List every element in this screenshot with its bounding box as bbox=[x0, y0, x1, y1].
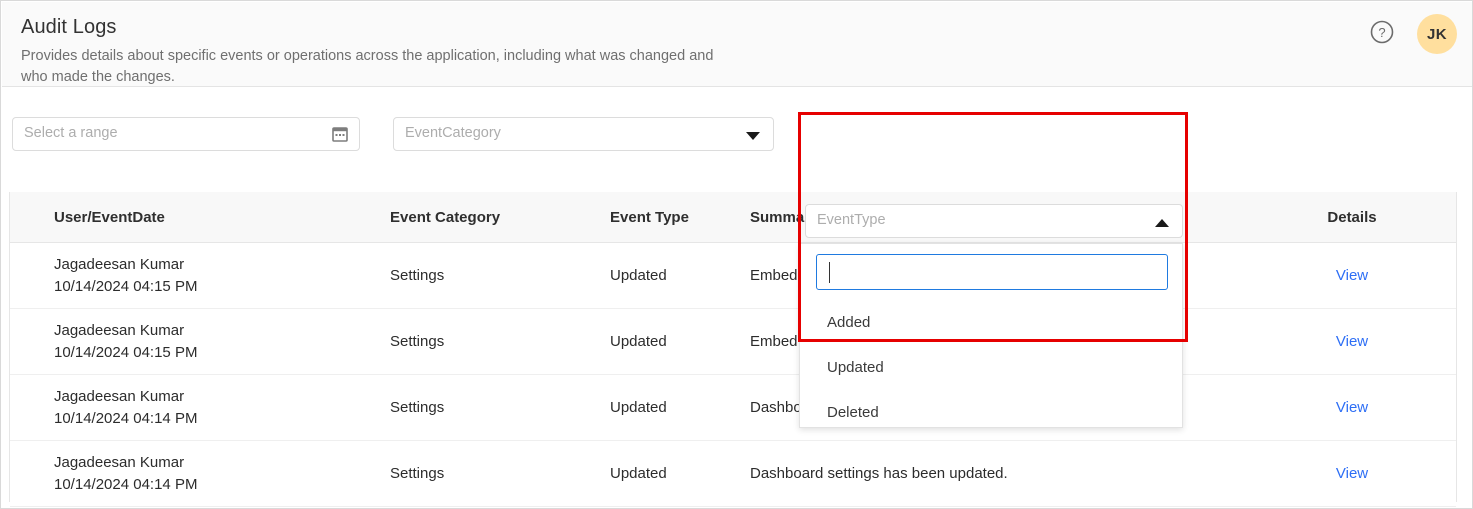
event-type-select-wrapper: EventType Added Updated Deleted bbox=[799, 204, 1183, 428]
column-header-event-type: Event Type bbox=[610, 208, 689, 226]
svg-text:?: ? bbox=[1378, 25, 1385, 40]
calendar-icon[interactable] bbox=[331, 125, 349, 143]
view-link[interactable]: View bbox=[1336, 399, 1368, 416]
date-range-placeholder: Select a range bbox=[24, 125, 118, 141]
cell-event-type: Updated bbox=[610, 465, 667, 482]
event-type-placeholder: EventType bbox=[817, 212, 886, 228]
table-row[interactable]: Jagadeesan Kumar 10/14/2024 04:14 PM Set… bbox=[10, 441, 1456, 507]
column-header-user-eventdate: User/EventDate bbox=[54, 208, 165, 226]
audit-logs-table: User/EventDate Event Category Event Type… bbox=[9, 192, 1457, 507]
event-type-option-updated[interactable]: Updated bbox=[800, 345, 1184, 390]
date-range-input[interactable]: Select a range bbox=[12, 117, 360, 151]
text-cursor bbox=[829, 262, 830, 283]
table-header-row: User/EventDate Event Category Event Type… bbox=[10, 192, 1456, 243]
cell-user: Jagadeesan Kumar 10/14/2024 04:15 PM bbox=[10, 320, 390, 364]
cell-user: Jagadeesan Kumar 10/14/2024 04:14 PM bbox=[10, 452, 390, 496]
cell-details: View bbox=[1290, 399, 1414, 417]
event-type-dropdown-panel: Added Updated Deleted bbox=[799, 243, 1183, 428]
cell-event-type: Updated bbox=[610, 399, 667, 416]
page-header: Audit Logs Provides details about specif… bbox=[2, 2, 1472, 87]
cell-event-type: Updated bbox=[610, 333, 667, 350]
event-category-select[interactable]: EventCategory bbox=[393, 117, 774, 151]
help-circle-icon[interactable]: ? bbox=[1369, 19, 1395, 45]
event-date: 10/14/2024 04:14 PM bbox=[54, 475, 198, 493]
table-row[interactable]: Jagadeesan Kumar 10/14/2024 04:15 PM Set… bbox=[10, 309, 1456, 375]
table-row[interactable]: Jagadeesan Kumar 10/14/2024 04:15 PM Set… bbox=[10, 243, 1456, 309]
event-type-option-deleted[interactable]: Deleted bbox=[800, 390, 1184, 435]
filter-bar: Select a range EventCategory EventType A… bbox=[2, 87, 1472, 428]
event-category-placeholder: EventCategory bbox=[405, 125, 501, 141]
view-link[interactable]: View bbox=[1336, 333, 1368, 350]
cell-details: View bbox=[1290, 333, 1414, 351]
cell-event-category: Settings bbox=[390, 267, 445, 284]
column-header-details: Details bbox=[1327, 208, 1377, 226]
cell-user: Jagadeesan Kumar 10/14/2024 04:14 PM bbox=[10, 386, 390, 430]
audit-logs-page: Audit Logs Provides details about specif… bbox=[0, 0, 1473, 509]
view-link[interactable]: View bbox=[1336, 465, 1368, 482]
cell-event-category: Settings bbox=[390, 465, 445, 482]
table-row[interactable]: Jagadeesan Kumar 10/14/2024 04:14 PM Set… bbox=[10, 375, 1456, 441]
event-date: 10/14/2024 04:14 PM bbox=[54, 409, 198, 427]
page-description: Provides details about specific events o… bbox=[21, 48, 714, 85]
chevron-down-icon[interactable] bbox=[746, 132, 760, 140]
user-name: Jagadeesan Kumar bbox=[54, 453, 185, 471]
cell-event-category: Settings bbox=[390, 333, 445, 350]
column-header-event-category: Event Category bbox=[390, 208, 501, 226]
event-type-select[interactable]: EventType bbox=[805, 204, 1183, 238]
view-link[interactable]: View bbox=[1336, 267, 1368, 284]
event-date: 10/14/2024 04:15 PM bbox=[54, 277, 198, 295]
event-type-option-added[interactable]: Added bbox=[800, 300, 1184, 345]
cell-summary: Dashboard settings has been updated. bbox=[750, 465, 1008, 482]
event-type-search-input[interactable] bbox=[816, 254, 1168, 290]
cell-event-type: Updated bbox=[610, 267, 667, 284]
event-date: 10/14/2024 04:15 PM bbox=[54, 343, 198, 361]
user-name: Jagadeesan Kumar bbox=[54, 255, 185, 273]
chevron-up-icon[interactable] bbox=[1155, 219, 1169, 227]
user-name: Jagadeesan Kumar bbox=[54, 387, 185, 405]
cell-details: View bbox=[1290, 267, 1414, 285]
avatar[interactable]: JK bbox=[1417, 14, 1457, 54]
page-title: Audit Logs bbox=[21, 16, 117, 38]
cell-user: Jagadeesan Kumar 10/14/2024 04:15 PM bbox=[10, 254, 390, 298]
cell-event-category: Settings bbox=[390, 399, 445, 416]
user-name: Jagadeesan Kumar bbox=[54, 321, 185, 339]
cell-details: View bbox=[1290, 465, 1414, 483]
